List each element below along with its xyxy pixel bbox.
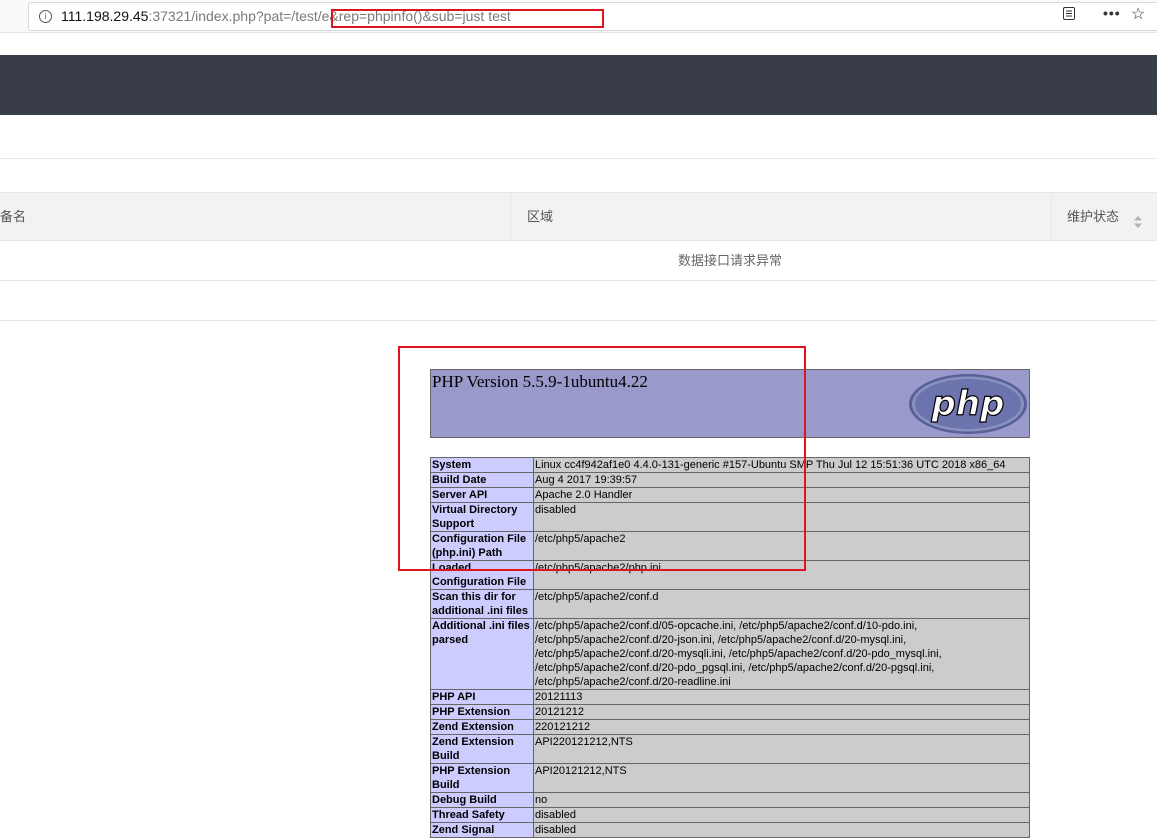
column-divider xyxy=(510,193,511,240)
info-value: 20121212 xyxy=(533,704,1030,720)
table-row: Zend Extension Build API220121212,NTS xyxy=(430,734,1030,764)
divider xyxy=(0,158,1157,159)
sort-icon[interactable] xyxy=(1133,215,1143,229)
table-row: PHP Extension Build API20121212,NTS xyxy=(430,763,1030,793)
info-key: PHP API xyxy=(430,689,534,705)
info-key: PHP Extension xyxy=(430,704,534,720)
info-key: Zend Extension xyxy=(430,719,534,735)
url-host: 111.198.29.45 xyxy=(61,8,149,24)
table-row: Zend Signal disabled xyxy=(430,822,1030,838)
info-value: /etc/php5/apache2/conf.d/05-opcache.ini,… xyxy=(533,618,1030,690)
info-value: disabled xyxy=(533,822,1030,838)
column-header-status[interactable]: 维护状态 xyxy=(1067,193,1119,240)
empty-table-message: 数据接口请求异常 xyxy=(677,253,782,268)
table-row: Zend Extension 220121212 xyxy=(430,719,1030,735)
info-value: disabled xyxy=(533,807,1030,823)
php-logo-text: php xyxy=(931,384,1005,424)
info-value: /etc/php5/apache2/conf.d xyxy=(533,589,1030,619)
column-header-name[interactable]: 备名 xyxy=(0,193,26,240)
info-icon[interactable]: i xyxy=(39,10,52,23)
php-logo-icon: php xyxy=(909,374,1027,434)
table-row: Debug Build no xyxy=(430,792,1030,808)
info-key: PHP Extension Build xyxy=(430,763,534,793)
table-header: 备名 区域 维护状态 xyxy=(0,193,1157,240)
info-value: 220121212 xyxy=(533,719,1030,735)
column-header-region[interactable]: 区域 xyxy=(527,193,553,240)
info-key: Zend Extension Build xyxy=(430,734,534,764)
table-row: PHP API 20121113 xyxy=(430,689,1030,705)
info-value: 20121113 xyxy=(533,689,1030,705)
info-key: Scan this dir for additional .ini files xyxy=(430,589,534,619)
reader-view-icon[interactable] xyxy=(1063,7,1075,20)
more-actions-icon[interactable]: ••• xyxy=(1103,5,1121,21)
table-row: Additional .ini files parsed/etc/php5/ap… xyxy=(430,618,1030,690)
divider xyxy=(0,280,1157,281)
info-key: Zend Signal xyxy=(430,822,534,838)
url-highlight-box xyxy=(331,9,604,28)
info-value: API20121212,NTS xyxy=(533,763,1030,793)
column-divider xyxy=(1051,193,1052,240)
info-value: no xyxy=(533,792,1030,808)
bookmark-star-icon[interactable]: ☆ xyxy=(1131,4,1145,24)
info-value: API220121212,NTS xyxy=(533,734,1030,764)
app-header xyxy=(0,55,1157,115)
table-row: PHP Extension 20121212 xyxy=(430,704,1030,720)
table-row: Scan this dir for additional .ini files /… xyxy=(430,589,1030,619)
info-key: Additional .ini files parsed xyxy=(430,618,534,690)
browser-toolbar: i 111.198.29.45:37321/index.php?pat=/tes… xyxy=(0,0,1157,33)
divider xyxy=(0,192,1157,193)
address-bar[interactable]: i 111.198.29.45:37321/index.php?pat=/tes… xyxy=(28,2,1157,31)
info-key: Debug Build xyxy=(430,792,534,808)
divider xyxy=(0,320,1157,321)
table-row: Thread Safety disabled xyxy=(430,807,1030,823)
info-key: Thread Safety xyxy=(430,807,534,823)
annotation-highlight-box xyxy=(398,346,806,571)
